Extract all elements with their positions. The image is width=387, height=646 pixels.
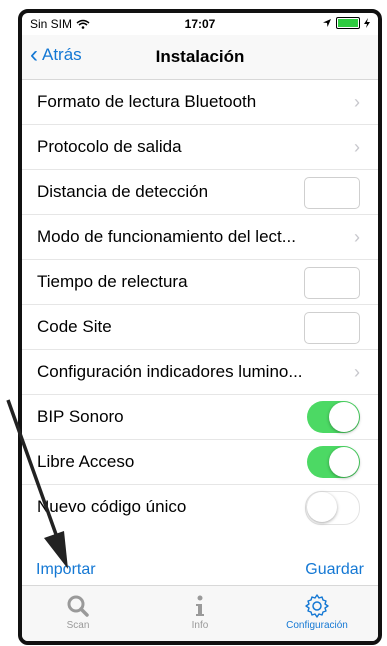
settings-list: Formato de lectura Bluetooth › Protocolo… (22, 80, 378, 529)
tab-label: Info (191, 620, 209, 631)
search-icon (67, 595, 89, 617)
import-button[interactable]: Importar (36, 561, 96, 579)
nuevo-codigo-toggle[interactable] (305, 491, 360, 525)
libre-acceso-toggle[interactable] (307, 446, 360, 478)
row-light-indicators[interactable]: Configuración indicadores lumino... › (22, 350, 378, 395)
row-bip-sonoro: BIP Sonoro (22, 395, 378, 440)
row-bluetooth-format[interactable]: Formato de lectura Bluetooth › (22, 80, 378, 125)
row-libre-acceso: Libre Acceso (22, 440, 378, 485)
row-code-site: Code Site (22, 305, 378, 350)
row-reader-mode[interactable]: Modo de funcionamiento del lect... › (22, 215, 378, 260)
tab-label: Scan (66, 620, 90, 631)
status-bar: Sin SIM 17:07 (22, 13, 378, 35)
navigation-bar: ‹ Atrás Instalación (22, 35, 378, 80)
reread-time-field[interactable] (304, 267, 360, 299)
gear-icon (305, 594, 329, 618)
chevron-right-icon: › (354, 227, 360, 247)
phone-frame: Sin SIM 17:07 ‹ Atrás Instalación Format… (18, 9, 382, 645)
code-site-field[interactable] (304, 312, 360, 344)
save-button[interactable]: Guardar (305, 561, 364, 579)
chevron-right-icon: › (354, 92, 360, 112)
detection-distance-field[interactable] (304, 177, 360, 209)
action-bar: Importar Guardar (22, 555, 378, 586)
status-right (322, 17, 370, 29)
chevron-right-icon: › (354, 362, 360, 382)
charging-icon (364, 18, 370, 28)
tab-label: Configuración (286, 620, 348, 631)
tab-scan[interactable]: Scan (28, 592, 128, 631)
chevron-right-icon: › (354, 137, 360, 157)
bip-sonoro-toggle[interactable] (307, 401, 360, 433)
tab-bar: Scan Info Configuración (22, 586, 378, 641)
location-icon (323, 19, 331, 27)
battery-icon (336, 17, 360, 29)
row-label: Protocolo de salida (37, 137, 182, 156)
row-reread-time: Tiempo de relectura (22, 260, 378, 305)
info-icon (196, 595, 204, 616)
row-label: Modo de funcionamiento del lect... (37, 227, 296, 246)
row-label: Configuración indicadores lumino... (37, 362, 303, 381)
row-nuevo-codigo: Nuevo código único (22, 485, 378, 529)
row-detection-distance: Distancia de detección (22, 170, 378, 215)
page-title: Instalación (155, 47, 245, 66)
tab-info[interactable]: Info (150, 592, 250, 631)
row-label: Formato de lectura Bluetooth (37, 92, 257, 111)
tab-configuracion[interactable]: Configuración (267, 592, 367, 631)
row-output-protocol[interactable]: Protocolo de salida › (22, 125, 378, 170)
